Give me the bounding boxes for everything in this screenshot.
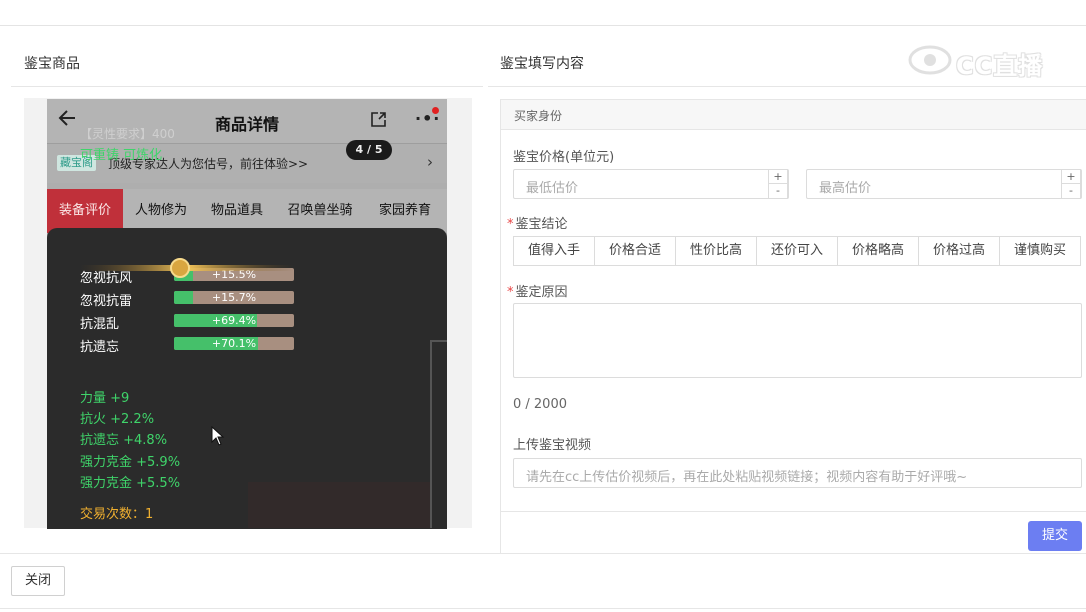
max-price-placeholder: 最高估价	[819, 181, 872, 196]
chevron-right-icon: ›	[427, 153, 433, 171]
conclusion-option[interactable]: 还价可入	[756, 236, 838, 266]
notification-dot	[432, 107, 439, 114]
conclusion-label: * 鉴宝结论	[507, 213, 568, 232]
increment-button[interactable]: +	[769, 170, 787, 184]
conclusion-option[interactable]: 价格略高	[837, 236, 919, 266]
conclusion-option[interactable]: 价格合适	[594, 236, 676, 266]
tooltip-shadow	[248, 482, 430, 528]
form-header: 买家身份	[501, 100, 1086, 130]
tab-home[interactable]: 家园养育	[369, 189, 441, 233]
max-price-input[interactable]: 最高估价 + -	[806, 169, 1082, 199]
right-section-title: 鉴宝填写内容	[500, 56, 584, 72]
share-icon[interactable]	[369, 111, 387, 129]
top-bar	[0, 0, 1086, 26]
attribute-line: 强力克金 +5.9%	[80, 455, 181, 470]
stat-value: +69.4%	[211, 314, 257, 327]
max-price-stepper[interactable]: + -	[1061, 169, 1081, 199]
watermark-eye-icon	[908, 45, 952, 75]
required-mark: *	[507, 285, 514, 300]
conclusion-option[interactable]: 值得入手	[513, 236, 595, 266]
reason-label: * 鉴定原因	[507, 281, 568, 300]
stat-name: 忽视抗雷	[80, 294, 133, 309]
required-mark: *	[507, 217, 514, 232]
increment-button[interactable]: +	[1062, 170, 1080, 184]
tab-character[interactable]: 人物修为	[125, 189, 197, 233]
reason-textarea[interactable]	[513, 303, 1082, 378]
stat-value: +15.7%	[211, 291, 257, 304]
ornament-divider	[80, 258, 294, 278]
min-price-placeholder: 最低估价	[526, 181, 579, 196]
stat-bar: +69.4%	[174, 314, 294, 327]
stat-row: 抗遗忘 +70.1%	[80, 336, 380, 355]
tab-equipment[interactable]: 装备评价	[47, 189, 123, 233]
form-footer-divider	[501, 511, 1086, 512]
trade-count: 交易次数：1	[80, 507, 154, 522]
min-price-input[interactable]: 最低估价 + -	[513, 169, 789, 199]
right-divider	[488, 86, 1086, 87]
tab-pets[interactable]: 召唤兽坐骑	[279, 189, 361, 233]
watermark-logo: CC直播	[908, 40, 1053, 80]
video-link-placeholder: 请先在cc上传估价视频后，再在此处粘贴视频链接；视频内容有助于好评哦~	[526, 470, 968, 485]
stat-bar: +70.1%	[174, 337, 294, 350]
conclusion-option[interactable]: 性价比高	[675, 236, 757, 266]
bottom-divider	[0, 608, 1086, 609]
left-divider	[11, 86, 483, 87]
attribute-line: 强力克金 +5.5%	[80, 476, 181, 491]
conclusion-option[interactable]: 谨慎购买	[999, 236, 1081, 266]
tooltip-reforge: 可重铸 可炼化	[80, 148, 163, 163]
video-link-input[interactable]: 请先在cc上传估价视频后，再在此处粘贴视频链接；视频内容有助于好评哦~	[513, 458, 1082, 488]
tab-items[interactable]: 物品道具	[201, 189, 273, 233]
mouse-cursor-icon	[211, 426, 225, 446]
decrement-button[interactable]: -	[1062, 184, 1080, 198]
phone-scroll-frame	[430, 340, 447, 528]
attribute-line: 抗遗忘 +4.8%	[80, 433, 168, 448]
image-pager: 4 / 5	[346, 140, 392, 160]
tooltip-requirement: 【灵性要求】400	[80, 127, 175, 141]
watermark-text: CC直播	[956, 52, 1044, 80]
min-price-stepper[interactable]: + -	[768, 169, 788, 199]
char-counter: 0 / 2000	[513, 397, 567, 412]
stat-name: 抗混乱	[80, 317, 120, 332]
reason-label-text: 鉴定原因	[515, 285, 568, 300]
submit-button[interactable]: 提交	[1028, 521, 1082, 551]
conclusion-label-text: 鉴宝结论	[515, 217, 568, 232]
stat-name: 抗遗忘	[80, 340, 120, 355]
attribute-line: 抗火 +2.2%	[80, 412, 155, 427]
price-label: 鉴宝价格(单位元)	[513, 150, 615, 165]
stat-row: 忽视抗雷 +15.7%	[80, 290, 380, 309]
left-section-title: 鉴宝商品	[24, 56, 80, 72]
stat-row: 抗混乱 +69.4%	[80, 313, 380, 332]
close-button[interactable]: 关闭	[11, 566, 65, 596]
buyer-identity-label: 买家身份	[514, 109, 563, 123]
video-label: 上传鉴宝视频	[513, 438, 592, 453]
stat-value: +70.1%	[211, 337, 257, 350]
decrement-button[interactable]: -	[769, 184, 787, 198]
attribute-line: 力量 +9	[80, 391, 130, 406]
stat-bar: +15.7%	[174, 291, 294, 304]
footer-divider	[0, 553, 1086, 554]
phone-tabs: 装备评价 人物修为 物品道具 召唤兽坐骑 家园养育	[47, 189, 447, 233]
conclusion-option[interactable]: 价格过高	[918, 236, 1000, 266]
